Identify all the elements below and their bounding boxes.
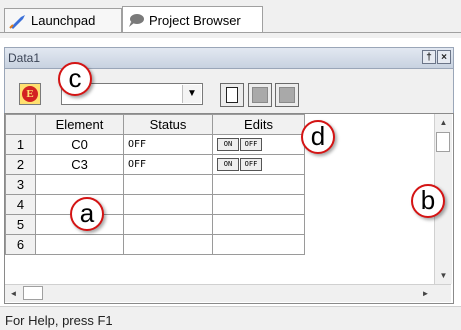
column-header-element[interactable]: Element	[35, 114, 124, 135]
edits-cell[interactable]	[212, 174, 305, 195]
column-header-edits[interactable]: Edits	[212, 114, 305, 135]
edits-cell[interactable]	[212, 214, 305, 235]
header-row: Element Status Edits	[5, 114, 305, 135]
tab-strip: Launchpad Project Browser	[0, 0, 461, 38]
horizontal-scrollbar[interactable]: ◄ ►	[5, 284, 451, 302]
disabled-button-1[interactable]	[248, 83, 272, 107]
status-cell[interactable]: OFF	[123, 154, 213, 175]
e-badge-icon: E	[22, 86, 38, 102]
data-table: Element Status Edits 1 C0 OFF ON OFF 2 C…	[5, 114, 305, 255]
row-number[interactable]: 5	[5, 214, 36, 235]
tab-project-browser[interactable]: Project Browser	[122, 6, 263, 33]
row-number[interactable]: 1	[5, 134, 36, 155]
status-bar: For Help, press F1	[0, 306, 461, 330]
tab-label: Project Browser	[149, 12, 241, 28]
callout-c: c	[58, 62, 92, 96]
on-button[interactable]: ON	[217, 158, 239, 171]
new-button[interactable]	[220, 83, 244, 107]
scroll-right-icon[interactable]: ►	[417, 285, 434, 302]
scroll-up-icon[interactable]: ▲	[435, 114, 452, 131]
tab-divider	[0, 32, 461, 33]
table-row[interactable]: 5	[5, 214, 305, 235]
element-cell[interactable]	[35, 174, 124, 195]
scroll-down-icon[interactable]: ▼	[435, 267, 452, 284]
horizontal-scroll-thumb[interactable]	[23, 286, 43, 300]
element-cell[interactable]: C3	[35, 154, 124, 175]
column-header-status[interactable]: Status	[123, 114, 213, 135]
status-cell[interactable]	[123, 174, 213, 195]
disabled-button-2[interactable]	[275, 83, 299, 107]
callout-d: d	[301, 120, 335, 154]
table-row[interactable]: 1 C0 OFF ON OFF	[5, 134, 305, 155]
status-cell[interactable]	[123, 194, 213, 215]
row-number[interactable]: 6	[5, 234, 36, 255]
table-row[interactable]: 2 C3 OFF ON OFF	[5, 154, 305, 175]
row-number[interactable]: 2	[5, 154, 36, 175]
edits-cell[interactable]	[212, 194, 305, 215]
status-cell[interactable]: OFF	[123, 134, 213, 155]
rocket-icon	[9, 14, 25, 29]
row-number[interactable]: 3	[5, 174, 36, 195]
blank-icon	[279, 87, 295, 103]
off-button[interactable]: OFF	[240, 158, 262, 171]
callout-b: b	[411, 184, 445, 218]
status-cell[interactable]	[123, 234, 213, 255]
table-row[interactable]: 3	[5, 174, 305, 195]
pin-button[interactable]: †	[422, 50, 436, 64]
corner-cell[interactable]	[5, 114, 36, 135]
on-button[interactable]: ON	[217, 138, 239, 151]
off-button[interactable]: OFF	[240, 138, 262, 151]
edits-cell[interactable]	[212, 234, 305, 255]
edits-cell: ON OFF	[212, 134, 305, 155]
edit-mode-button[interactable]: E	[19, 83, 41, 105]
tab-launchpad[interactable]: Launchpad	[4, 8, 122, 32]
panel-title: Data1	[8, 51, 41, 65]
table-row[interactable]: 6	[5, 234, 305, 255]
element-cell[interactable]	[35, 234, 124, 255]
document-icon	[226, 87, 238, 103]
close-button[interactable]: ×	[437, 50, 451, 64]
element-cell[interactable]: C0	[35, 134, 124, 155]
callout-a: a	[70, 197, 104, 231]
scroll-left-icon[interactable]: ◄	[5, 285, 22, 302]
status-text: For Help, press F1	[5, 313, 113, 328]
edits-cell: ON OFF	[212, 154, 305, 175]
blank-icon	[252, 87, 268, 103]
tab-label: Launchpad	[31, 13, 96, 28]
chevron-down-icon[interactable]: ▼	[182, 85, 201, 103]
vertical-scroll-thumb[interactable]	[436, 132, 450, 152]
table-row[interactable]: 4	[5, 194, 305, 215]
speech-bubble-icon	[129, 14, 144, 27]
row-number[interactable]: 4	[5, 194, 36, 215]
status-cell[interactable]	[123, 214, 213, 235]
